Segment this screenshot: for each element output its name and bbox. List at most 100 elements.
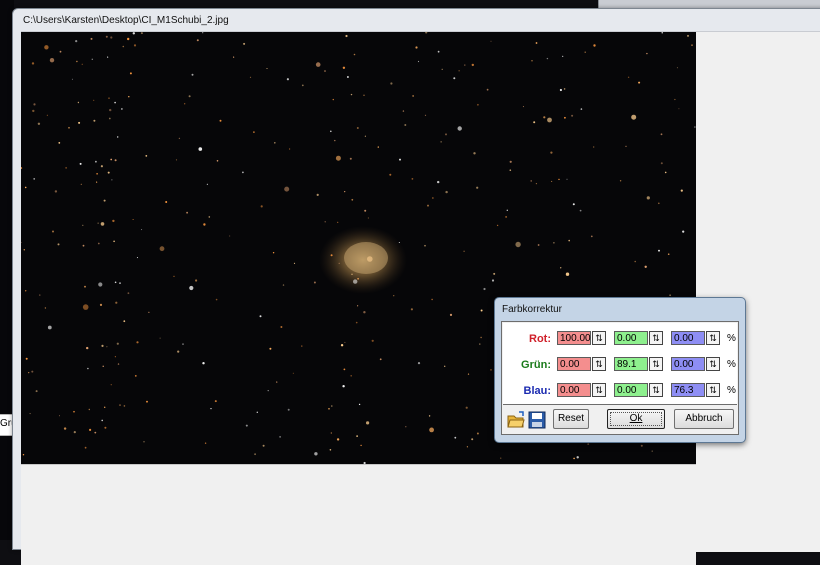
green-b-field[interactable]: 0.00 <box>671 357 705 371</box>
star <box>39 294 41 296</box>
green-g-field[interactable]: 89.1 <box>614 357 648 371</box>
star <box>260 205 263 208</box>
star <box>593 44 596 47</box>
star <box>127 37 130 41</box>
star <box>188 95 191 98</box>
cancel-button[interactable]: Abbruch <box>674 409 734 429</box>
star <box>112 219 115 223</box>
star <box>284 186 290 192</box>
star <box>530 180 532 182</box>
star <box>350 93 353 96</box>
star <box>214 400 217 403</box>
background-window-top <box>598 0 820 8</box>
star <box>537 244 540 246</box>
star <box>660 162 663 165</box>
star <box>287 408 290 411</box>
spin-icon[interactable]: ⇅ <box>706 331 720 345</box>
star <box>276 381 278 383</box>
star <box>136 341 139 344</box>
star <box>338 262 340 264</box>
star <box>483 287 486 291</box>
star <box>480 309 483 312</box>
star <box>32 109 35 113</box>
star <box>59 50 62 53</box>
star <box>91 58 94 60</box>
star <box>687 34 689 37</box>
star <box>440 141 442 143</box>
star <box>344 191 346 193</box>
star <box>127 292 130 295</box>
star <box>102 365 104 367</box>
star <box>424 114 427 116</box>
star <box>78 121 81 124</box>
floppy-disk-icon[interactable] <box>528 411 546 429</box>
star <box>350 375 353 377</box>
reset-button[interactable]: Reset <box>553 409 589 429</box>
star <box>389 173 392 176</box>
star <box>262 444 265 447</box>
star <box>184 103 186 105</box>
star <box>73 431 76 434</box>
spin-icon[interactable]: ⇅ <box>649 331 663 345</box>
star <box>680 189 683 192</box>
image-window[interactable]: C:\Users\Karsten\Desktop\CI_M1Schubi_2.j… <box>12 8 820 565</box>
star <box>562 55 564 57</box>
spin-icon[interactable]: ⇅ <box>592 357 606 371</box>
star <box>546 57 549 60</box>
star <box>249 76 252 78</box>
star <box>100 222 105 226</box>
spin-icon[interactable]: ⇅ <box>592 383 606 397</box>
spin-icon[interactable]: ⇅ <box>706 357 720 371</box>
star <box>427 204 429 207</box>
star <box>101 419 103 422</box>
star <box>471 438 474 441</box>
star <box>678 108 680 110</box>
folder-open-icon[interactable] <box>507 411 525 429</box>
star <box>691 44 693 47</box>
star <box>106 346 108 348</box>
star <box>93 119 96 122</box>
star <box>243 42 246 45</box>
divider <box>503 404 737 405</box>
blue-b-field[interactable]: 76.3 <box>671 383 705 397</box>
color-correction-dialog[interactable]: Farbkorrektur Rot: 100.00 ⇅ 0.00 ⇅ 0.00 … <box>494 297 746 443</box>
label-green: Grün: <box>521 359 551 371</box>
star <box>95 160 97 163</box>
star <box>342 66 346 69</box>
blue-g-field[interactable]: 0.00 <box>614 383 648 397</box>
star <box>411 178 414 180</box>
ok-button[interactable]: Ok <box>607 409 665 429</box>
percent-label: % <box>727 359 736 370</box>
star <box>198 147 203 151</box>
star <box>377 146 379 148</box>
star <box>122 45 125 48</box>
spin-icon[interactable]: ⇅ <box>592 331 606 345</box>
channel-grid: Rot: 100.00 ⇅ 0.00 ⇅ 0.00 ⇅ % Grün: 0.00… <box>503 323 737 404</box>
green-r-field[interactable]: 0.00 <box>557 357 591 371</box>
star <box>49 58 55 63</box>
star <box>202 32 204 34</box>
spin-icon[interactable]: ⇅ <box>649 383 663 397</box>
star <box>94 431 97 434</box>
spin-icon[interactable]: ⇅ <box>706 383 720 397</box>
red-b-field[interactable]: 0.00 <box>671 331 705 345</box>
star <box>80 183 82 185</box>
star <box>379 358 382 361</box>
label-blue: Blau: <box>523 385 552 397</box>
star <box>87 367 89 370</box>
star <box>580 108 583 110</box>
star <box>658 249 660 252</box>
row-green: Grün: 0.00 ⇅ 89.1 ⇅ 0.00 ⇅ % <box>503 355 737 375</box>
red-g-field[interactable]: 0.00 <box>614 331 648 345</box>
star <box>123 320 126 323</box>
spin-icon[interactable]: ⇅ <box>649 357 663 371</box>
star <box>356 127 359 129</box>
star <box>437 180 440 184</box>
star <box>116 342 119 345</box>
star <box>57 243 60 246</box>
blue-r-field[interactable]: 0.00 <box>557 383 591 397</box>
star <box>491 279 495 282</box>
star <box>104 426 107 429</box>
red-r-field[interactable]: 100.00 <box>557 331 591 345</box>
star <box>553 242 555 244</box>
